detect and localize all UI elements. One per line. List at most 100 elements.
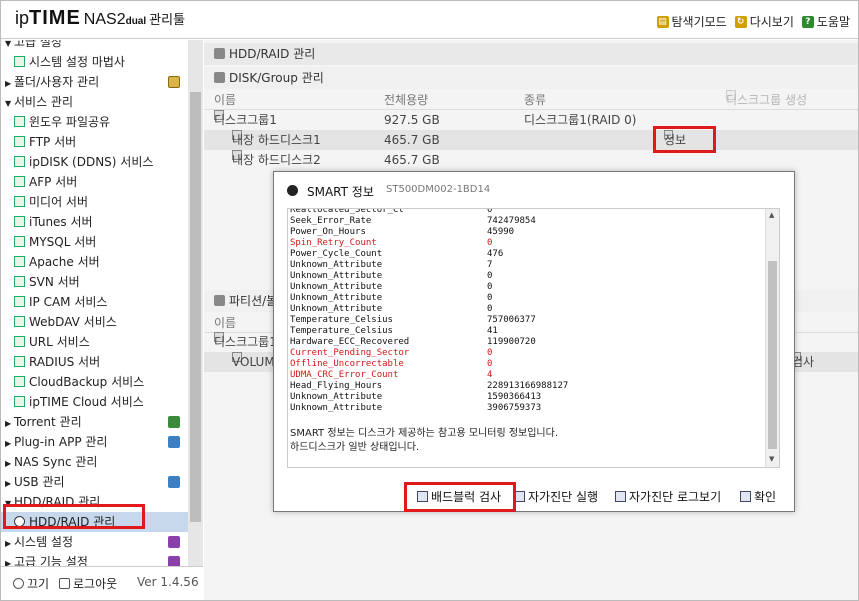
sidebar-item-label: Plug-in APP 관리 bbox=[14, 435, 108, 449]
disk-2-capacity: 465.7 GB bbox=[384, 153, 440, 167]
sidebar-item-label: IP CAM 서비스 bbox=[29, 295, 108, 309]
sidebar-item-folder-user[interactable]: ▶ 폴더/사용자 관리 bbox=[1, 72, 188, 92]
sidebar-item-media[interactable]: 미디어 서버 bbox=[1, 192, 188, 212]
sidebar-item-ipcam[interactable]: IP CAM 서비스 bbox=[1, 292, 188, 312]
partition-col-name: 이름 bbox=[214, 316, 237, 330]
advanced-icon bbox=[168, 556, 180, 566]
app-window: ipTIME NAS2dual 관리툴 ▤ 탐색기모드 ↻ 다시보기 ? 도움말 ▼… bbox=[0, 0, 859, 601]
attribute-scrollbar[interactable]: ▲ ▼ bbox=[765, 209, 779, 467]
explorer-mode-link[interactable]: ▤ 탐색기모드 bbox=[656, 13, 727, 30]
bad-block-label: 배드블럭 검사 bbox=[431, 490, 502, 504]
sidebar-item-label: 미디어 서버 bbox=[29, 195, 89, 209]
sidebar-item-windows-share[interactable]: 윈도우 파일공유 bbox=[1, 112, 188, 132]
sidebar-item-mysql[interactable]: MYSQL 서버 bbox=[1, 232, 188, 252]
sidebar-item-label: 시스템 설정 bbox=[14, 535, 74, 549]
sidebar-item-label: NAS Sync 관리 bbox=[14, 455, 98, 469]
smart-attribute-row: Unknown_Attribute 1590366413 bbox=[290, 392, 765, 403]
power-off-button[interactable]: 끄기 bbox=[13, 575, 49, 592]
sidebar-item-torrent[interactable]: ▶ Torrent 관리 bbox=[1, 412, 188, 432]
service-icon bbox=[14, 376, 25, 387]
sidebar-item-itunes[interactable]: iTunes 서버 bbox=[1, 212, 188, 232]
smart-attribute-list: Reallocated_Sector_Ct 0 Seek_Error_Rate 742… bbox=[290, 209, 765, 414]
sidebar-item-nas-sync[interactable]: ▶ NAS Sync 관리 bbox=[1, 452, 188, 472]
attribute-name: Current_Pending_Sector bbox=[290, 348, 410, 358]
sidebar-item-label: Apache 서버 bbox=[29, 255, 100, 269]
disk-row-1[interactable]: 내장 하드디스크1 465.7 GB 정보 bbox=[204, 130, 858, 150]
disk-info-label: 정보 bbox=[664, 133, 687, 147]
sidebar-scrollbar[interactable] bbox=[188, 40, 203, 566]
self-test-log-icon bbox=[615, 491, 626, 502]
bad-block-check-button[interactable]: 배드블럭 검사 bbox=[417, 488, 501, 505]
sidebar-item-cloudbackup[interactable]: CloudBackup 서비스 bbox=[1, 372, 188, 392]
sidebar-item-setup-wizard[interactable]: 시스템 설정 마법사 bbox=[1, 52, 188, 72]
logout-button[interactable]: 로그아웃 bbox=[59, 575, 117, 592]
collapsed-arrow-icon: ▶ bbox=[5, 419, 12, 428]
smart-attribute-box[interactable]: Reallocated_Sector_Ct 0 Seek_Error_Rate 742… bbox=[287, 208, 780, 468]
version-label: Ver 1.4.56 bbox=[137, 575, 199, 589]
attribute-name: Head_Flying_Hours bbox=[290, 381, 383, 391]
smart-attribute-row: Unknown_Attribute 0 bbox=[290, 304, 765, 315]
disk-2-name-text: 내장 하드디스크2 bbox=[232, 153, 321, 167]
sidebar-item-label: 서비스 관리 bbox=[14, 95, 74, 109]
sidebar-item-advanced-settings[interactable]: ▼ 고급 설정 bbox=[1, 40, 188, 52]
scroll-up-icon[interactable]: ▲ bbox=[769, 211, 774, 219]
sidebar-item-hdd-raid[interactable]: HDD/RAID 관리 bbox=[1, 512, 188, 532]
attribute-value: 476 bbox=[487, 249, 504, 259]
sidebar-item-iptime-cloud[interactable]: ipTIME Cloud 서비스 bbox=[1, 392, 188, 412]
refresh-link[interactable]: ↻ 다시보기 bbox=[734, 13, 794, 30]
dialog-buttons: 배드블럭 검사 자가진단 실행 자가진단 로그보기 확인 bbox=[274, 486, 794, 508]
sidebar-menu: ▼ 고급 설정 시스템 설정 마법사 ▶ 폴더/사용자 관리 ▼ 서비스 관리 윈도우… bbox=[1, 40, 188, 566]
ok-button[interactable]: 확인 bbox=[740, 488, 776, 505]
logout-icon bbox=[59, 578, 70, 589]
smart-attribute-row: Offline_Uncorrectable 0 bbox=[290, 359, 765, 370]
self-test-button[interactable]: 자가진단 실행 bbox=[514, 488, 598, 505]
sidebar-item-label: 고급 기능 설정 bbox=[14, 555, 88, 566]
smart-attribute-row: Hardware_ECC_Recovered 119900720 bbox=[290, 337, 765, 348]
sidebar-item-svn[interactable]: SVN 서버 bbox=[1, 272, 188, 292]
power-icon bbox=[13, 578, 24, 589]
sidebar-item-plugin[interactable]: ▶ Plug-in APP 관리 bbox=[1, 432, 188, 452]
attribute-value: 1590366413 bbox=[487, 392, 542, 402]
smart-attribute-row: UDMA_CRC_Error_Count 4 bbox=[290, 370, 765, 381]
sidebar-item-radius[interactable]: RADIUS 서버 bbox=[1, 352, 188, 372]
disk-1-capacity: 465.7 GB bbox=[384, 133, 440, 147]
sidebar-item-advanced-features[interactable]: ▶ 고급 기능 설정 bbox=[1, 552, 188, 566]
logout-label: 로그아웃 bbox=[73, 577, 118, 591]
attribute-name: Spin_Retry_Count bbox=[290, 238, 377, 248]
sidebar-item-label: WebDAV 서비스 bbox=[29, 315, 117, 329]
sidebar-item-service[interactable]: ▼ 서비스 관리 bbox=[1, 92, 188, 112]
sidebar-item-system-settings[interactable]: ▶ 시스템 설정 bbox=[1, 532, 188, 552]
sidebar-item-ipdisk[interactable]: ipDISK (DDNS) 서비스 bbox=[1, 152, 188, 172]
service-icon bbox=[14, 296, 25, 307]
disk-group-row[interactable]: 디스크그룹1 927.5 GB 디스크그룹1(RAID 0) bbox=[204, 110, 858, 130]
page-title: HDD/RAID 관리 bbox=[204, 43, 858, 65]
attribute-value: 119900720 bbox=[487, 337, 536, 347]
collapsed-arrow-icon: ▶ bbox=[5, 479, 12, 488]
smart-attribute-row: Reallocated_Sector_Ct 0 bbox=[290, 209, 765, 216]
self-test-log-button[interactable]: 자가진단 로그보기 bbox=[615, 488, 721, 505]
sidebar-scroll-thumb[interactable] bbox=[190, 92, 201, 522]
sidebar-item-webdav[interactable]: WebDAV 서비스 bbox=[1, 312, 188, 332]
sidebar-item-label: ipTIME Cloud 서비스 bbox=[29, 395, 144, 409]
service-icon bbox=[14, 236, 25, 247]
smart-attribute-row: Unknown_Attribute 0 bbox=[290, 271, 765, 282]
disk-group-type: 디스크그룹1(RAID 0) bbox=[524, 113, 637, 127]
attribute-scroll-thumb[interactable] bbox=[768, 261, 777, 449]
sidebar-item-ftp[interactable]: FTP 서버 bbox=[1, 132, 188, 152]
attribute-value: 0 bbox=[487, 304, 493, 314]
attribute-value: 0 bbox=[487, 359, 493, 369]
service-icon bbox=[14, 136, 25, 147]
scroll-down-icon[interactable]: ▼ bbox=[769, 455, 774, 463]
sidebar-item-usb[interactable]: ▶ USB 관리 bbox=[1, 472, 188, 492]
sidebar-item-hdd-raid-group[interactable]: ▼ HDD/RAID 관리 bbox=[1, 492, 188, 512]
disk-row-2[interactable]: 내장 하드디스크2 465.7 GB bbox=[204, 150, 858, 170]
sidebar-item-url[interactable]: URL 서비스 bbox=[1, 332, 188, 352]
sidebar-item-afp[interactable]: AFP 서버 bbox=[1, 172, 188, 192]
sidebar-item-label: URL 서비스 bbox=[29, 335, 90, 349]
smart-attribute-row: Head_Flying_Hours 228913166988127 bbox=[290, 381, 765, 392]
attribute-name: Unknown_Attribute bbox=[290, 392, 383, 402]
page-title-text: HDD/RAID 관리 bbox=[229, 47, 316, 61]
sidebar-item-apache[interactable]: Apache 서버 bbox=[1, 252, 188, 272]
help-link[interactable]: ? 도움말 bbox=[801, 13, 850, 30]
ok-label: 확인 bbox=[754, 490, 777, 504]
